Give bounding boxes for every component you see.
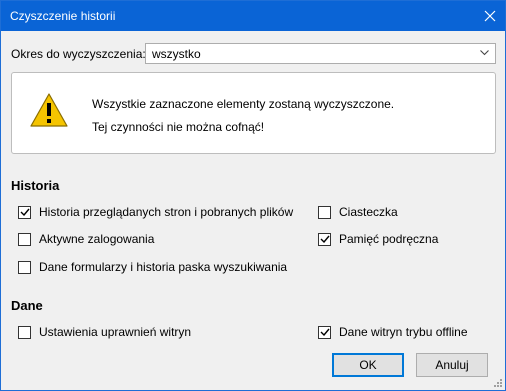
checkbox-label: Ciasteczka bbox=[339, 205, 398, 219]
checkbox-label: Pamięć podręczna bbox=[339, 232, 439, 246]
checkbox-box[interactable] bbox=[318, 232, 331, 246]
checkmark-icon bbox=[20, 208, 30, 216]
checkbox-box[interactable] bbox=[318, 325, 331, 339]
ok-button[interactable]: OK bbox=[332, 353, 404, 377]
checkmark-icon bbox=[320, 328, 330, 336]
warning-text-line1: Wszystkie zaznaczone elementy zostaną wy… bbox=[92, 97, 395, 111]
warning-text-line2: Tej czynności nie można cofnąć! bbox=[92, 120, 265, 134]
checkmark-icon bbox=[320, 235, 330, 243]
checkbox-label: Aktywne zalogowania bbox=[39, 232, 155, 246]
resize-grip-icon[interactable] bbox=[493, 378, 503, 388]
close-button[interactable] bbox=[475, 1, 505, 31]
checkbox-box[interactable] bbox=[18, 260, 31, 274]
time-range-select[interactable]: wszystko bbox=[145, 43, 496, 64]
checkbox-box[interactable] bbox=[18, 325, 31, 339]
time-range-value: wszystko bbox=[152, 47, 201, 61]
warning-box: Wszystkie zaznaczone elementy zostaną wy… bbox=[11, 72, 496, 154]
checkbox-label: Historia przeglądanych stron i pobranych… bbox=[39, 205, 294, 219]
time-range-label: Okres do wyczyszczenia: bbox=[11, 47, 146, 61]
checkbox-cache[interactable]: Pamięć podręczna bbox=[318, 232, 438, 246]
history-heading: Historia bbox=[11, 178, 60, 193]
checkbox-active-logins[interactable]: Aktywne zalogowania bbox=[18, 232, 154, 246]
cancel-button[interactable]: Anuluj bbox=[416, 353, 488, 377]
checkbox-label: Ustawienia uprawnień witryn bbox=[39, 325, 192, 339]
clear-history-dialog: Czyszczenie historii Okres do wyczyszcze… bbox=[0, 0, 506, 391]
checkbox-site-preferences[interactable]: Ustawienia uprawnień witryn bbox=[18, 325, 191, 339]
checkbox-box[interactable] bbox=[318, 205, 331, 219]
warning-triangle-icon bbox=[30, 93, 68, 127]
checkbox-form-search-history[interactable]: Dane formularzy i historia paska wyszuki… bbox=[18, 260, 287, 274]
data-heading: Dane bbox=[11, 298, 43, 313]
close-icon bbox=[484, 10, 496, 22]
checkbox-label: Dane formularzy i historia paska wyszuki… bbox=[39, 260, 288, 274]
checkbox-cookies[interactable]: Ciasteczka bbox=[318, 205, 398, 219]
title-bar: Czyszczenie historii bbox=[1, 1, 505, 31]
window-title: Czyszczenie historii bbox=[10, 9, 116, 23]
checkbox-label: Dane witryn trybu offline bbox=[339, 325, 468, 339]
checkbox-offline-website-data[interactable]: Dane witryn trybu offline bbox=[318, 325, 468, 339]
checkbox-box[interactable] bbox=[18, 232, 31, 246]
chevron-down-icon bbox=[480, 50, 489, 56]
checkbox-box[interactable] bbox=[18, 205, 31, 219]
checkbox-browsing-download-history[interactable]: Historia przeglądanych stron i pobranych… bbox=[18, 205, 293, 219]
